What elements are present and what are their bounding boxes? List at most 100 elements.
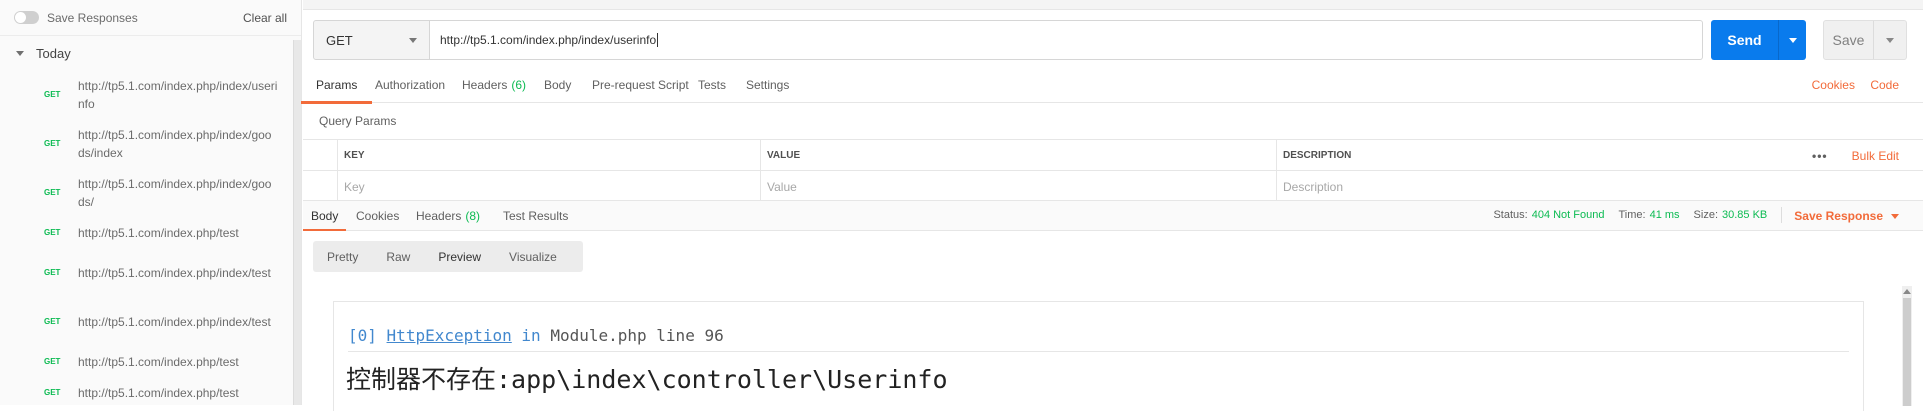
tab-label: Pre-request Script (592, 78, 689, 92)
response-tabs: Body Cookies Headers (8) Test Results Sta… (302, 201, 1923, 231)
history-item[interactable]: GET http://tp5.1.com/index.php/index/goo… (0, 119, 301, 168)
tab-label: Body (544, 78, 572, 92)
history-item[interactable]: GET http://tp5.1.com/index.php/index/tes… (0, 248, 301, 297)
method-select-value: GET (326, 32, 353, 48)
response-scrollbar[interactable] (1902, 286, 1912, 406)
history-item[interactable]: GET http://tp5.1.com/index.php/index/goo… (0, 168, 301, 217)
exception-file-line: Module.php line 96 (550, 326, 724, 345)
url-input[interactable]: http://tp5.1.com/index.php/index/userinf… (430, 20, 1703, 60)
history-item-method: GET (44, 268, 61, 277)
history-item-method: GET (44, 317, 61, 326)
save-button[interactable]: Save (1823, 20, 1907, 60)
sidebar-scrollbar[interactable] (293, 40, 301, 405)
send-options-button[interactable] (1779, 20, 1806, 60)
tab-label: Headers (416, 209, 462, 223)
tab-prerequest-script[interactable]: Pre-request Script (592, 73, 689, 103)
tab-label: Headers (462, 78, 508, 92)
tab-label: Authorization (375, 78, 446, 92)
history-item[interactable]: GET http://tp5.1.com/index.php/test (0, 346, 301, 377)
format-visualize[interactable]: Visualize (495, 244, 571, 269)
save-responses-toggle[interactable] (14, 11, 39, 24)
save-responses-label: Save Responses (47, 10, 138, 25)
history-item-method: GET (44, 188, 61, 197)
save-options-button[interactable] (1874, 21, 1906, 59)
tab-response-cookies[interactable]: Cookies (356, 209, 399, 223)
history-item-method: GET (44, 357, 61, 366)
scroll-up-icon[interactable] (1903, 289, 1911, 294)
format-preview[interactable]: Preview (424, 244, 495, 269)
tab-count: (6) (511, 78, 527, 92)
tab-headers[interactable]: Headers (6) (462, 73, 526, 103)
history-item-method: GET (44, 90, 61, 99)
tab-label: Tests (698, 78, 727, 92)
save-button-label: Save (1824, 21, 1874, 59)
code-link[interactable]: Code (1870, 78, 1899, 92)
toggle-knob (15, 12, 26, 23)
tab-response-headers[interactable]: Headers (8) (416, 209, 480, 223)
url-input-value: http://tp5.1.com/index.php/index/userinf… (440, 33, 657, 47)
chevron-down-icon (1886, 37, 1894, 43)
send-button-label: Send (1711, 20, 1779, 60)
send-button[interactable]: Send (1711, 20, 1806, 60)
history-item-url: http://tp5.1.com/index.php/index/test (78, 265, 271, 280)
request-tabs: Params Authorization Headers (6) Body Pre… (300, 73, 1923, 104)
chevron-down-icon (409, 38, 417, 43)
query-params-table: KEY VALUE DESCRIPTION ••• Bulk Edit Key … (303, 139, 1923, 202)
history-list: GET http://tp5.1.com/index.php/index/use… (0, 70, 301, 405)
cookies-link[interactable]: Cookies (1812, 78, 1855, 92)
history-item-url: http://tp5.1.com/index.php/test (78, 354, 239, 369)
column-value: VALUE (760, 140, 1276, 171)
history-item[interactable]: GET http://tp5.1.com/index.php/test (0, 217, 301, 248)
format-raw[interactable]: Raw (372, 244, 424, 269)
exception-class-link[interactable]: HttpException (387, 326, 512, 345)
tab-label: Params (316, 78, 358, 92)
method-select[interactable]: GET (313, 20, 430, 60)
query-params-title: Query Params (319, 114, 397, 128)
params-empty-row: Key Value Description (303, 171, 1923, 202)
format-pretty[interactable]: Pretty (313, 244, 372, 269)
history-item-method: GET (44, 228, 61, 237)
divider (1781, 207, 1783, 223)
history-item[interactable]: GET http://tp5.1.com/index.php/test (0, 377, 301, 405)
tab-response-body[interactable]: Body (302, 209, 347, 231)
size-label: Size: (1693, 209, 1719, 221)
chevron-down-icon (1788, 37, 1797, 43)
history-item-url: http://tp5.1.com/index.php/test (78, 385, 239, 400)
tab-settings[interactable]: Settings (746, 73, 789, 103)
tab-label: Settings (746, 78, 790, 92)
text-caret (657, 33, 659, 47)
tab-test-results[interactable]: Test Results (503, 209, 568, 223)
history-item-url: http://tp5.1.com/index.php/index/userinf… (78, 78, 278, 111)
sidebar-header: Save Responses Clear all (0, 0, 301, 36)
clear-all-button[interactable]: Clear all (243, 11, 287, 25)
exception-index: [0] (348, 326, 377, 345)
exception-in: in (521, 326, 541, 345)
response-stats: Status: 404 Not Found Time: 41 ms Size: … (1493, 207, 1899, 223)
save-response-button[interactable]: Save Response (1794, 209, 1899, 223)
divider (348, 351, 1849, 352)
status-value: 404 Not Found (1531, 209, 1605, 221)
history-group-today[interactable]: Today (0, 36, 301, 70)
history-item[interactable]: GET http://tp5.1.com/index.php/index/tes… (0, 297, 301, 346)
column-key: KEY (337, 140, 760, 171)
tab-authorization[interactable]: Authorization (375, 73, 445, 103)
more-options-icon[interactable]: ••• (1812, 149, 1828, 163)
history-item[interactable]: GET http://tp5.1.com/index.php/index/use… (0, 70, 301, 119)
chevron-down-icon (16, 50, 24, 56)
description-input[interactable]: Description (1276, 171, 1923, 202)
exception-message: 控制器不存在:app\index\controller\Userinfo (346, 365, 948, 394)
key-input[interactable]: Key (337, 171, 760, 202)
history-sidebar: Save Responses Clear all Today GET http:… (0, 0, 302, 405)
tab-params[interactable]: Params (300, 73, 373, 104)
history-item-method: GET (44, 139, 61, 148)
save-response-label: Save Response (1794, 209, 1883, 223)
bulk-edit-link[interactable]: Bulk Edit (1852, 149, 1899, 163)
size-value: 30.85 KB (1722, 209, 1768, 221)
scrollbar-thumb[interactable] (1903, 298, 1911, 406)
chevron-down-icon (1891, 213, 1899, 219)
tab-body[interactable]: Body (544, 73, 571, 103)
tab-tests[interactable]: Tests (698, 73, 726, 103)
response-format-tabs: Pretty Raw Preview Visualize (313, 241, 583, 272)
tab-count: (8) (465, 209, 481, 223)
value-input[interactable]: Value (760, 171, 1276, 202)
